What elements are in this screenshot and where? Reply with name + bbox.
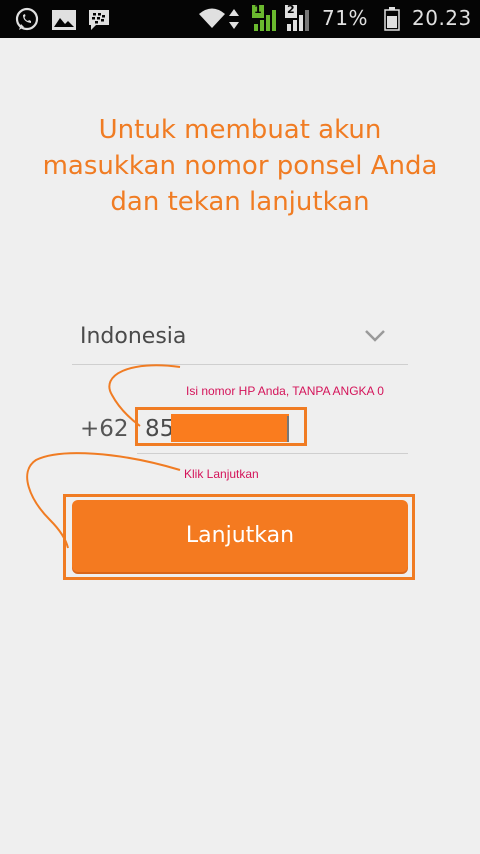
button-annotation: Klik Lanjutkan <box>184 467 259 481</box>
phone-annotation: Isi nomor HP Anda, TANPA ANGKA 0 <box>186 384 384 398</box>
annotation-arrows <box>26 364 181 549</box>
